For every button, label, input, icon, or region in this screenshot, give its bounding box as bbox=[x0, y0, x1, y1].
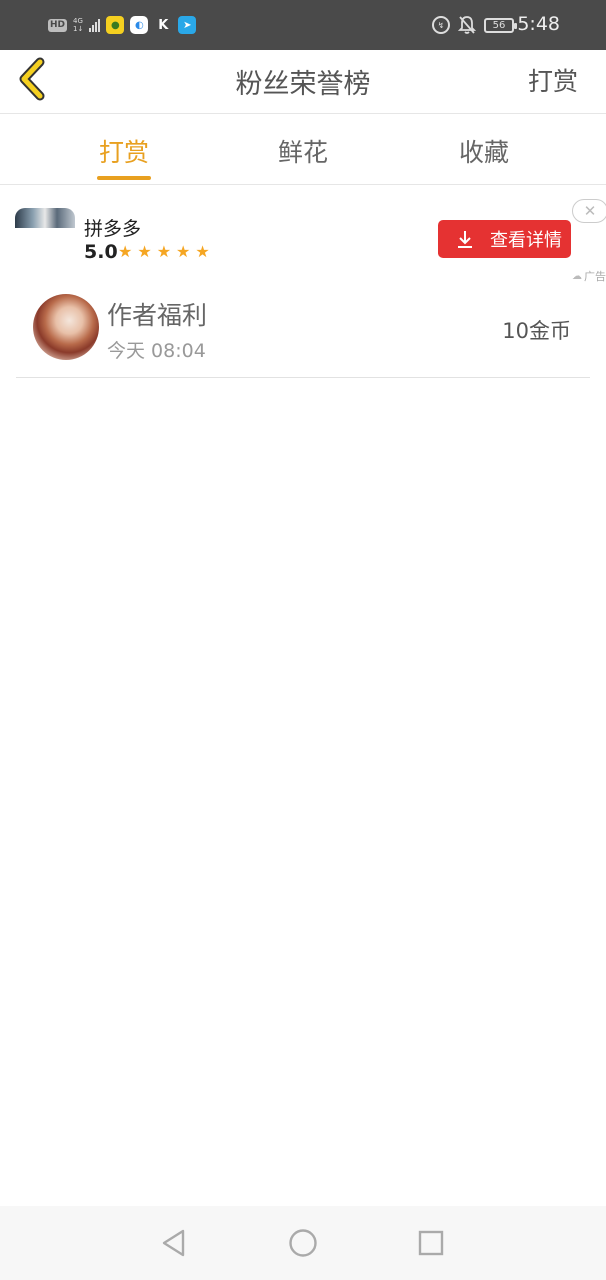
ad-star-rating: ★ ★ ★ ★ ★ bbox=[118, 242, 210, 261]
tab-bar: 打赏 鲜花 收藏 bbox=[0, 115, 606, 185]
hd-badge: HD bbox=[48, 18, 68, 32]
battery-level: 56 bbox=[492, 19, 506, 31]
app-k-icon: K bbox=[158, 17, 169, 33]
page-title: 粉丝荣誉榜 bbox=[235, 69, 371, 100]
tab-favorites[interactable]: 收藏 bbox=[424, 133, 544, 169]
active-tab-indicator bbox=[97, 176, 151, 180]
ad-app-thumbnail[interactable] bbox=[15, 208, 75, 228]
ad-banner[interactable]: 拼多多 5.0 ★ ★ ★ ★ ★ 查看详情 ✕ ☁ 广告 bbox=[0, 186, 606, 284]
signal-icon bbox=[89, 18, 101, 32]
list-item[interactable]: 作者福利 今天 08:04 10金币 bbox=[16, 286, 590, 378]
donation-amount: 10金币 bbox=[502, 319, 571, 343]
notifications-off-icon bbox=[458, 16, 476, 34]
tab-reward[interactable]: 打赏 bbox=[64, 133, 184, 169]
status-bar: HD 4G 1↓ ● ◐ K ➤ ↯ 56 5:48 bbox=[0, 0, 606, 50]
donor-name: 作者福利 bbox=[107, 301, 208, 330]
system-navigation-bar bbox=[0, 1206, 606, 1280]
ad-view-details-button[interactable]: 查看详情 bbox=[438, 220, 571, 258]
download-icon bbox=[458, 231, 472, 248]
battery-icon: 56 bbox=[484, 17, 517, 33]
star-icon: ★ bbox=[118, 242, 133, 261]
ad-label: ☁ 广告 bbox=[572, 268, 606, 284]
close-icon[interactable]: ✕ bbox=[572, 199, 606, 223]
donation-time: 今天 08:04 bbox=[107, 340, 206, 362]
app-browser-icon: ◐ bbox=[130, 16, 149, 34]
status-right-icons: ↯ 56 bbox=[432, 13, 517, 37]
star-icon: ★ bbox=[176, 242, 191, 261]
recents-square-icon[interactable] bbox=[414, 1226, 448, 1260]
network-type: 4G bbox=[73, 17, 83, 25]
avatar[interactable] bbox=[33, 294, 99, 360]
network-activity: 1↓ bbox=[73, 25, 84, 33]
app-bean-icon: ● bbox=[106, 16, 125, 34]
star-icon: ★ bbox=[156, 242, 172, 261]
ad-button-label: 查看详情 bbox=[490, 230, 562, 251]
star-icon: ★ bbox=[137, 242, 152, 261]
ad-app-name: 拼多多 bbox=[84, 218, 142, 240]
ad-tag-text: 广告 bbox=[584, 270, 606, 283]
top-navigation-bar: 粉丝荣誉榜 打赏 bbox=[0, 50, 606, 114]
network-indicator: 4G 1↓ bbox=[73, 17, 83, 33]
star-icon: ★ bbox=[195, 242, 210, 261]
app-telegram-icon: ➤ bbox=[178, 16, 197, 34]
clock: 5:48 bbox=[517, 13, 560, 35]
ad-rating: 5.0 bbox=[84, 241, 118, 263]
tab-flowers[interactable]: 鲜花 bbox=[243, 133, 363, 169]
ad-cloud-icon: ☁ bbox=[572, 270, 582, 282]
reward-button[interactable]: 打赏 bbox=[528, 62, 578, 98]
home-circle-icon[interactable] bbox=[286, 1226, 320, 1260]
back-triangle-icon[interactable] bbox=[156, 1226, 190, 1260]
status-left-icons: HD 4G 1↓ ● ◐ K ➤ bbox=[48, 14, 197, 36]
data-saver-icon: ↯ bbox=[432, 16, 450, 34]
